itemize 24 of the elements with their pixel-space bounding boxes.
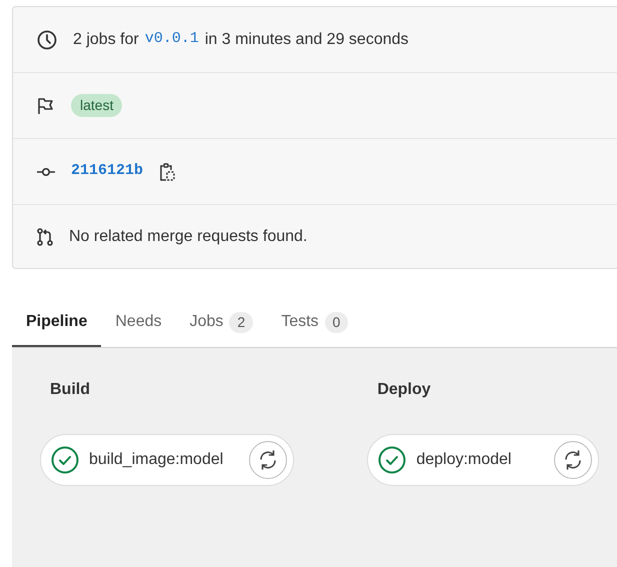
retry-button[interactable]	[249, 441, 288, 479]
tab[interactable]: Needs	[101, 299, 176, 347]
commit-link[interactable]: 2116121b	[71, 160, 144, 183]
duration-text: in 3 minutes and 29 seconds	[204, 30, 409, 50]
stage-title: Build	[49, 380, 91, 400]
job-pill[interactable]: deploy:model	[367, 434, 600, 486]
job-pill[interactable]: build_image:model	[40, 434, 294, 486]
count-badge: 0	[324, 312, 348, 332]
flag-icon	[37, 96, 55, 114]
stage-title: Deploy	[376, 380, 432, 400]
copy-icon[interactable]	[159, 162, 176, 180]
tab[interactable]: Jobs 2	[176, 299, 268, 347]
commit-icon	[37, 166, 55, 176]
clock-icon	[37, 30, 57, 50]
tab[interactable]: Tests 0	[267, 299, 362, 347]
job-name: build_image:model	[89, 450, 224, 470]
job-name: deploy:model	[416, 450, 512, 470]
latest-badge: latest	[71, 94, 122, 117]
merge-requests-text: No related merge requests found.	[69, 227, 308, 247]
merge-request-icon	[37, 228, 53, 246]
retry-button[interactable]	[554, 441, 592, 479]
ref-link[interactable]: v0.0.1	[144, 28, 199, 51]
jobs-summary-text: 2 jobs for	[73, 30, 139, 50]
count-badge: 2	[229, 312, 254, 332]
